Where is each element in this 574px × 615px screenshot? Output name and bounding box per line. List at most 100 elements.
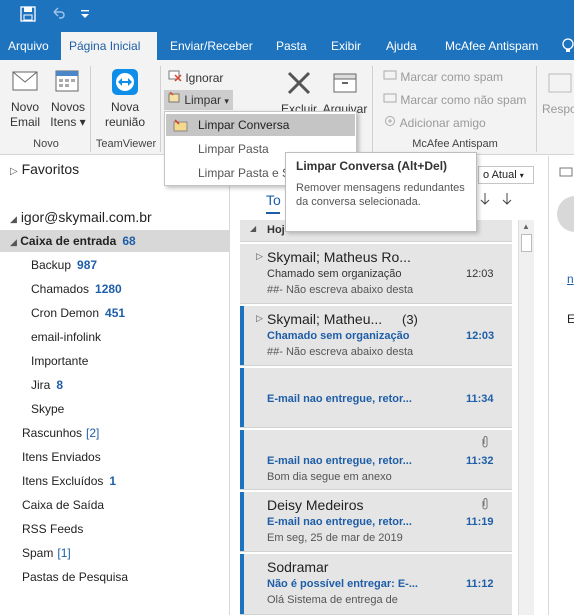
lightbulb-icon[interactable]	[562, 38, 574, 57]
message-time: 12:03	[466, 268, 494, 280]
folder-label: Itens Excluídos	[22, 474, 104, 488]
unread-marker	[240, 554, 244, 614]
message-subject: E-mail nao entregue, retor...	[267, 455, 412, 467]
folder-itens-excluidos[interactable]: Itens Excluídos 1	[0, 470, 230, 492]
message-item[interactable]: E-mail nao entregue, retor... 11:32 Bom …	[240, 430, 512, 490]
folder-chamados[interactable]: Chamados 1280	[0, 278, 230, 300]
tab-pagina-inicial[interactable]: Página Inicial	[61, 32, 157, 60]
tab-mcafee-antispam[interactable]: McAfee Antispam	[437, 32, 546, 60]
chevron-down-icon: ▾	[519, 171, 524, 180]
add-friend-button[interactable]: Adicionar amigo	[383, 115, 486, 130]
unread-count: 987	[77, 258, 98, 272]
new-items-label-2: Itens	[50, 115, 77, 129]
ignore-label: Ignorar	[185, 71, 224, 85]
folder-caixa-de-entrada[interactable]: ◢ Caixa de entrada 68	[0, 230, 230, 252]
folder-email-infolink[interactable]: email-infolink	[0, 326, 230, 348]
paperclip-icon	[480, 435, 490, 452]
ribbon-separator	[160, 66, 161, 152]
tab-arquivo[interactable]: Arquivo	[0, 32, 57, 60]
folder-label: RSS Feeds	[22, 522, 84, 536]
list-tab-todos[interactable]: To	[266, 192, 281, 208]
delete-button[interactable]: Excluir	[278, 68, 320, 117]
mark-spam-label: Marcar como spam	[400, 70, 504, 84]
mark-not-spam-button[interactable]: Marcar como não spam	[383, 92, 526, 107]
mark-not-spam-label: Marcar como não spam	[400, 93, 527, 107]
reading-link[interactable]: n	[567, 272, 574, 286]
message-time: 11:12	[466, 578, 494, 590]
search-scope-dropdown[interactable]: o Atual ▾	[478, 166, 534, 184]
menu-item-limpar-conversa[interactable]: Limpar Conversa	[166, 114, 355, 136]
unread-count: 1280	[95, 282, 122, 296]
new-email-button[interactable]: Novo Email	[4, 68, 46, 130]
tab-exibir[interactable]: Exibir	[323, 32, 369, 60]
folder-label: Jira	[31, 378, 51, 392]
ribbon-tabs: Arquivo Página Inicial Enviar/Receber Pa…	[0, 32, 574, 60]
message-item[interactable]: Sodramar Não é possível entregar: E-... …	[240, 554, 512, 615]
sender-avatar	[557, 196, 574, 232]
archive-button[interactable]: Arquivar	[322, 68, 368, 117]
new-items-label-1: Novos	[50, 100, 85, 114]
group-label-mcafee: McAfee Antispam	[412, 138, 498, 150]
folder-rss-feeds[interactable]: RSS Feeds	[0, 518, 230, 540]
sort-arrow-icon[interactable]	[480, 192, 490, 209]
item-count: [1]	[57, 546, 71, 560]
reply-icon[interactable]	[559, 166, 573, 181]
customize-icon[interactable]	[80, 8, 90, 23]
limpar-button[interactable]: Limpar ▾	[164, 90, 233, 110]
account-header[interactable]: ◢ igor@skymail.com.br	[0, 206, 230, 228]
tab-pasta[interactable]: Pasta	[268, 32, 315, 60]
message-item[interactable]: ▷ Skymail; Matheu... (3) Chamado sem org…	[240, 306, 512, 366]
new-email-label-2: Email	[9, 115, 40, 129]
ribbon-separator	[90, 66, 91, 152]
folder-pastas-de-pesquisa[interactable]: Pastas de Pesquisa	[0, 566, 230, 588]
message-preview: ##- Não escreva abaixo desta	[267, 284, 414, 296]
folder-label: Pastas de Pesquisa	[22, 570, 129, 584]
chevron-down-icon: ▾	[224, 96, 229, 106]
mark-spam-button[interactable]: Marcar como spam	[383, 69, 503, 84]
chevron-right-icon: ▷	[10, 166, 18, 177]
undo-icon[interactable]	[50, 6, 66, 25]
tab-ajuda[interactable]: Ajuda	[378, 32, 425, 60]
save-icon[interactable]	[20, 6, 36, 25]
new-items-button[interactable]: Novos Itens ▾	[48, 68, 88, 130]
message-item[interactable]: Deisy Medeiros E-mail nao entregue, reto…	[240, 492, 512, 552]
folder-caixa-de-saida[interactable]: Caixa de Saída	[0, 494, 230, 516]
message-subject: Não é possível entregar: E-...	[267, 578, 418, 590]
folder-label: Caixa de Saída	[22, 498, 105, 512]
sort-direction-icon[interactable]	[502, 192, 512, 209]
scrollbar-thumb[interactable]	[521, 234, 532, 252]
folder-itens-enviados[interactable]: Itens Enviados	[0, 446, 230, 468]
folder-rascunhos[interactable]: Rascunhos [2]	[0, 422, 230, 444]
folder-skype[interactable]: Skype	[0, 398, 230, 420]
new-email-icon	[12, 71, 38, 91]
chevron-down-icon: ◢	[250, 224, 257, 233]
folder-spam[interactable]: Spam [1]	[0, 542, 230, 564]
unread-count: 451	[105, 306, 126, 320]
message-preview: Em seg, 25 de mar de 2019	[267, 532, 403, 544]
tab-enviar-receber[interactable]: Enviar/Receber	[162, 32, 261, 60]
title-bar	[0, 0, 574, 32]
search-scope-label: o Atual	[483, 169, 517, 181]
reply-button[interactable]: Respo	[542, 68, 574, 117]
scroll-up-icon[interactable]: ▲	[522, 222, 530, 231]
folder-backup[interactable]: Backup 987	[0, 254, 230, 276]
message-item[interactable]: ▷ Skymail; Matheus Ro... Chamado sem org…	[240, 244, 512, 304]
message-list-scrollbar[interactable]: ▲	[518, 220, 534, 615]
tooltip-title: Limpar Conversa (Alt+Del)	[296, 159, 448, 173]
folder-label: Backup	[31, 258, 72, 272]
account-label: igor@skymail.com.br	[20, 209, 152, 225]
new-meeting-button[interactable]: Nova reunião	[98, 68, 152, 130]
unread-marker	[240, 306, 244, 365]
message-item[interactable]: E-mail nao entregue, retor... 11:34	[240, 368, 512, 428]
mark-not-spam-icon	[383, 93, 400, 107]
menu-item-label: Limpar Conversa	[198, 118, 290, 132]
chevron-down-icon: ▾	[79, 115, 86, 129]
ignore-button[interactable]: Ignorar	[168, 69, 223, 85]
folder-importante[interactable]: Importante	[0, 350, 230, 372]
tooltip-body: Remover mensagens redundantes da convers…	[296, 182, 465, 208]
folder-label: Skype	[31, 402, 65, 416]
message-preview: Bom dia segue em anexo	[267, 471, 392, 483]
folder-jira[interactable]: Jira 8	[0, 374, 230, 396]
folder-cron-demon[interactable]: Cron Demon 451	[0, 302, 230, 324]
message-time: 12:03	[466, 330, 495, 342]
